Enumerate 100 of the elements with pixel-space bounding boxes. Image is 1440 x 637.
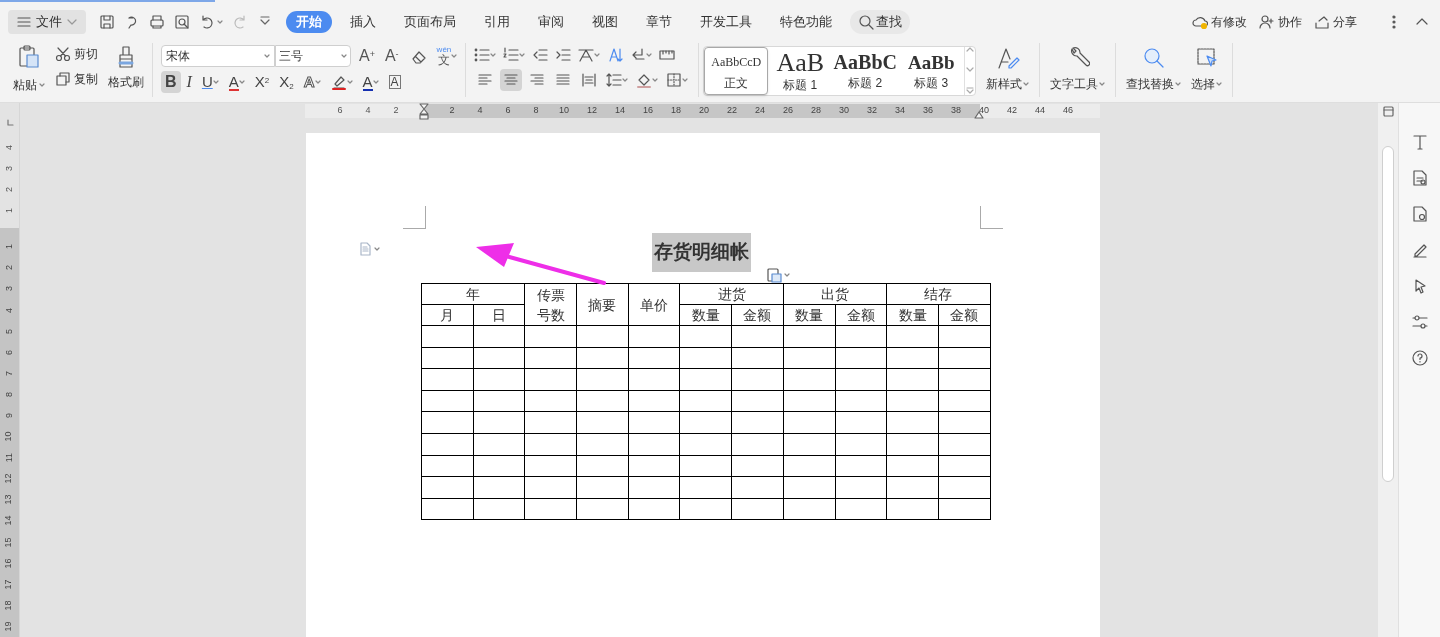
- table-cell[interactable]: [524, 347, 577, 369]
- table-cell[interactable]: [731, 455, 784, 477]
- chinese-layout-icon[interactable]: [578, 47, 595, 63]
- ruler-icon[interactable]: [659, 47, 676, 63]
- style-option[interactable]: AaBb 标题 3: [898, 47, 965, 95]
- table-cell[interactable]: [421, 368, 474, 391]
- pinyin-button[interactable]: wén 文: [436, 46, 458, 66]
- ribbon-tab[interactable]: 页面布局: [394, 11, 466, 33]
- indent-marker-icon[interactable]: [419, 103, 429, 120]
- table-cell[interactable]: [783, 498, 835, 520]
- table-cell[interactable]: [886, 455, 939, 477]
- format-painter-button[interactable]: 格式刷: [108, 45, 144, 91]
- table-cell[interactable]: [938, 498, 991, 520]
- table-cell[interactable]: [679, 498, 732, 520]
- table-cell[interactable]: [473, 433, 525, 456]
- table-cell[interactable]: [886, 476, 939, 499]
- table-cell[interactable]: [938, 390, 991, 412]
- changes-button[interactable]: 有修改: [1192, 13, 1247, 31]
- table-cell[interactable]: [886, 390, 939, 412]
- table-cell[interactable]: [524, 368, 577, 391]
- table-cell[interactable]: [731, 476, 784, 499]
- table-cell[interactable]: [679, 368, 732, 391]
- scrollbar-thumb[interactable]: [1382, 146, 1394, 482]
- new-style-button[interactable]: 新样式: [986, 46, 1030, 93]
- share-button[interactable]: 分享: [1314, 13, 1357, 31]
- save-icon[interactable]: [99, 14, 115, 30]
- table-cell[interactable]: [524, 325, 577, 348]
- table-cell[interactable]: [731, 433, 784, 456]
- table-cell[interactable]: [835, 325, 887, 348]
- search-button[interactable]: 查找: [850, 10, 910, 34]
- paste-button[interactable]: 粘贴: [10, 44, 48, 94]
- table-cell[interactable]: [524, 411, 577, 434]
- table-cell[interactable]: [473, 347, 525, 369]
- table-cell[interactable]: [421, 390, 474, 412]
- table-cell[interactable]: [576, 455, 629, 477]
- align-center-button[interactable]: [500, 69, 523, 91]
- table-cell[interactable]: [628, 411, 680, 434]
- table-cell[interactable]: [473, 368, 525, 391]
- page-view-icon[interactable]: [1382, 106, 1394, 117]
- table-cell[interactable]: [938, 325, 991, 348]
- table-cell[interactable]: [421, 498, 474, 520]
- table-cell[interactable]: [731, 347, 784, 369]
- text-direction-icon[interactable]: [607, 47, 624, 63]
- table-cell[interactable]: [524, 390, 577, 412]
- table-cell[interactable]: [835, 368, 887, 391]
- table-cell[interactable]: [576, 476, 629, 499]
- decrease-indent-icon[interactable]: [532, 47, 549, 63]
- ribbon-tab[interactable]: 特色功能: [770, 11, 842, 33]
- table-cell[interactable]: [783, 368, 835, 391]
- undo-icon[interactable]: [199, 14, 215, 30]
- bullet-list-icon[interactable]: [474, 47, 491, 63]
- italic-button[interactable]: I: [182, 71, 196, 93]
- font-select[interactable]: 宋体: [161, 45, 275, 67]
- font-size-select[interactable]: 三号: [275, 45, 351, 67]
- table-cell[interactable]: [628, 498, 680, 520]
- table-cell[interactable]: [679, 455, 732, 477]
- table-cell[interactable]: [421, 411, 474, 434]
- table-cell[interactable]: [576, 347, 629, 369]
- sliders-icon[interactable]: [1410, 313, 1429, 331]
- table-cell[interactable]: [576, 411, 629, 434]
- table-cell[interactable]: [783, 411, 835, 434]
- table-cell[interactable]: [783, 476, 835, 499]
- table-cell[interactable]: [835, 390, 887, 412]
- subscript-button[interactable]: X$_{2}$: [275, 71, 298, 93]
- table-cell[interactable]: [886, 325, 939, 348]
- underline-button[interactable]: U: [197, 71, 223, 93]
- table-cell[interactable]: [576, 368, 629, 391]
- table-cell[interactable]: [421, 325, 474, 348]
- print-preview-icon[interactable]: [174, 14, 190, 30]
- table-cell[interactable]: [731, 411, 784, 434]
- style-option[interactable]: AaBbCcD 正文: [704, 47, 769, 95]
- cut-button[interactable]: 剪切: [55, 45, 98, 63]
- table-cell[interactable]: [783, 390, 835, 412]
- table-cell[interactable]: [886, 347, 939, 369]
- table-cell[interactable]: [679, 325, 732, 348]
- table-cell[interactable]: [524, 455, 577, 477]
- table-cell[interactable]: [938, 368, 991, 391]
- style-option[interactable]: AaBbC 标题 2: [832, 47, 899, 95]
- help-icon[interactable]: [1410, 349, 1429, 367]
- borders-icon[interactable]: [666, 72, 683, 88]
- table-cell[interactable]: [473, 476, 525, 499]
- table-cell[interactable]: [886, 411, 939, 434]
- table-cell[interactable]: [835, 455, 887, 477]
- table-cell[interactable]: [886, 433, 939, 456]
- table-cell[interactable]: [679, 347, 732, 369]
- table-cell[interactable]: [576, 433, 629, 456]
- table-cell[interactable]: [731, 390, 784, 412]
- table-cell[interactable]: [679, 411, 732, 434]
- table-cell[interactable]: [421, 347, 474, 369]
- table-cell[interactable]: [783, 455, 835, 477]
- table-cell[interactable]: [938, 433, 991, 456]
- ribbon-tab[interactable]: 章节: [636, 11, 682, 33]
- grow-font-button[interactable]: A$^{+}$: [357, 48, 377, 64]
- line-break-icon[interactable]: [630, 47, 647, 63]
- table-cell[interactable]: [938, 347, 991, 369]
- file-menu[interactable]: 文件: [8, 10, 86, 34]
- superscript-button[interactable]: X$^{2}$: [250, 71, 274, 93]
- table-cell[interactable]: [473, 390, 525, 412]
- table-cell[interactable]: [421, 455, 474, 477]
- table-cell[interactable]: [835, 476, 887, 499]
